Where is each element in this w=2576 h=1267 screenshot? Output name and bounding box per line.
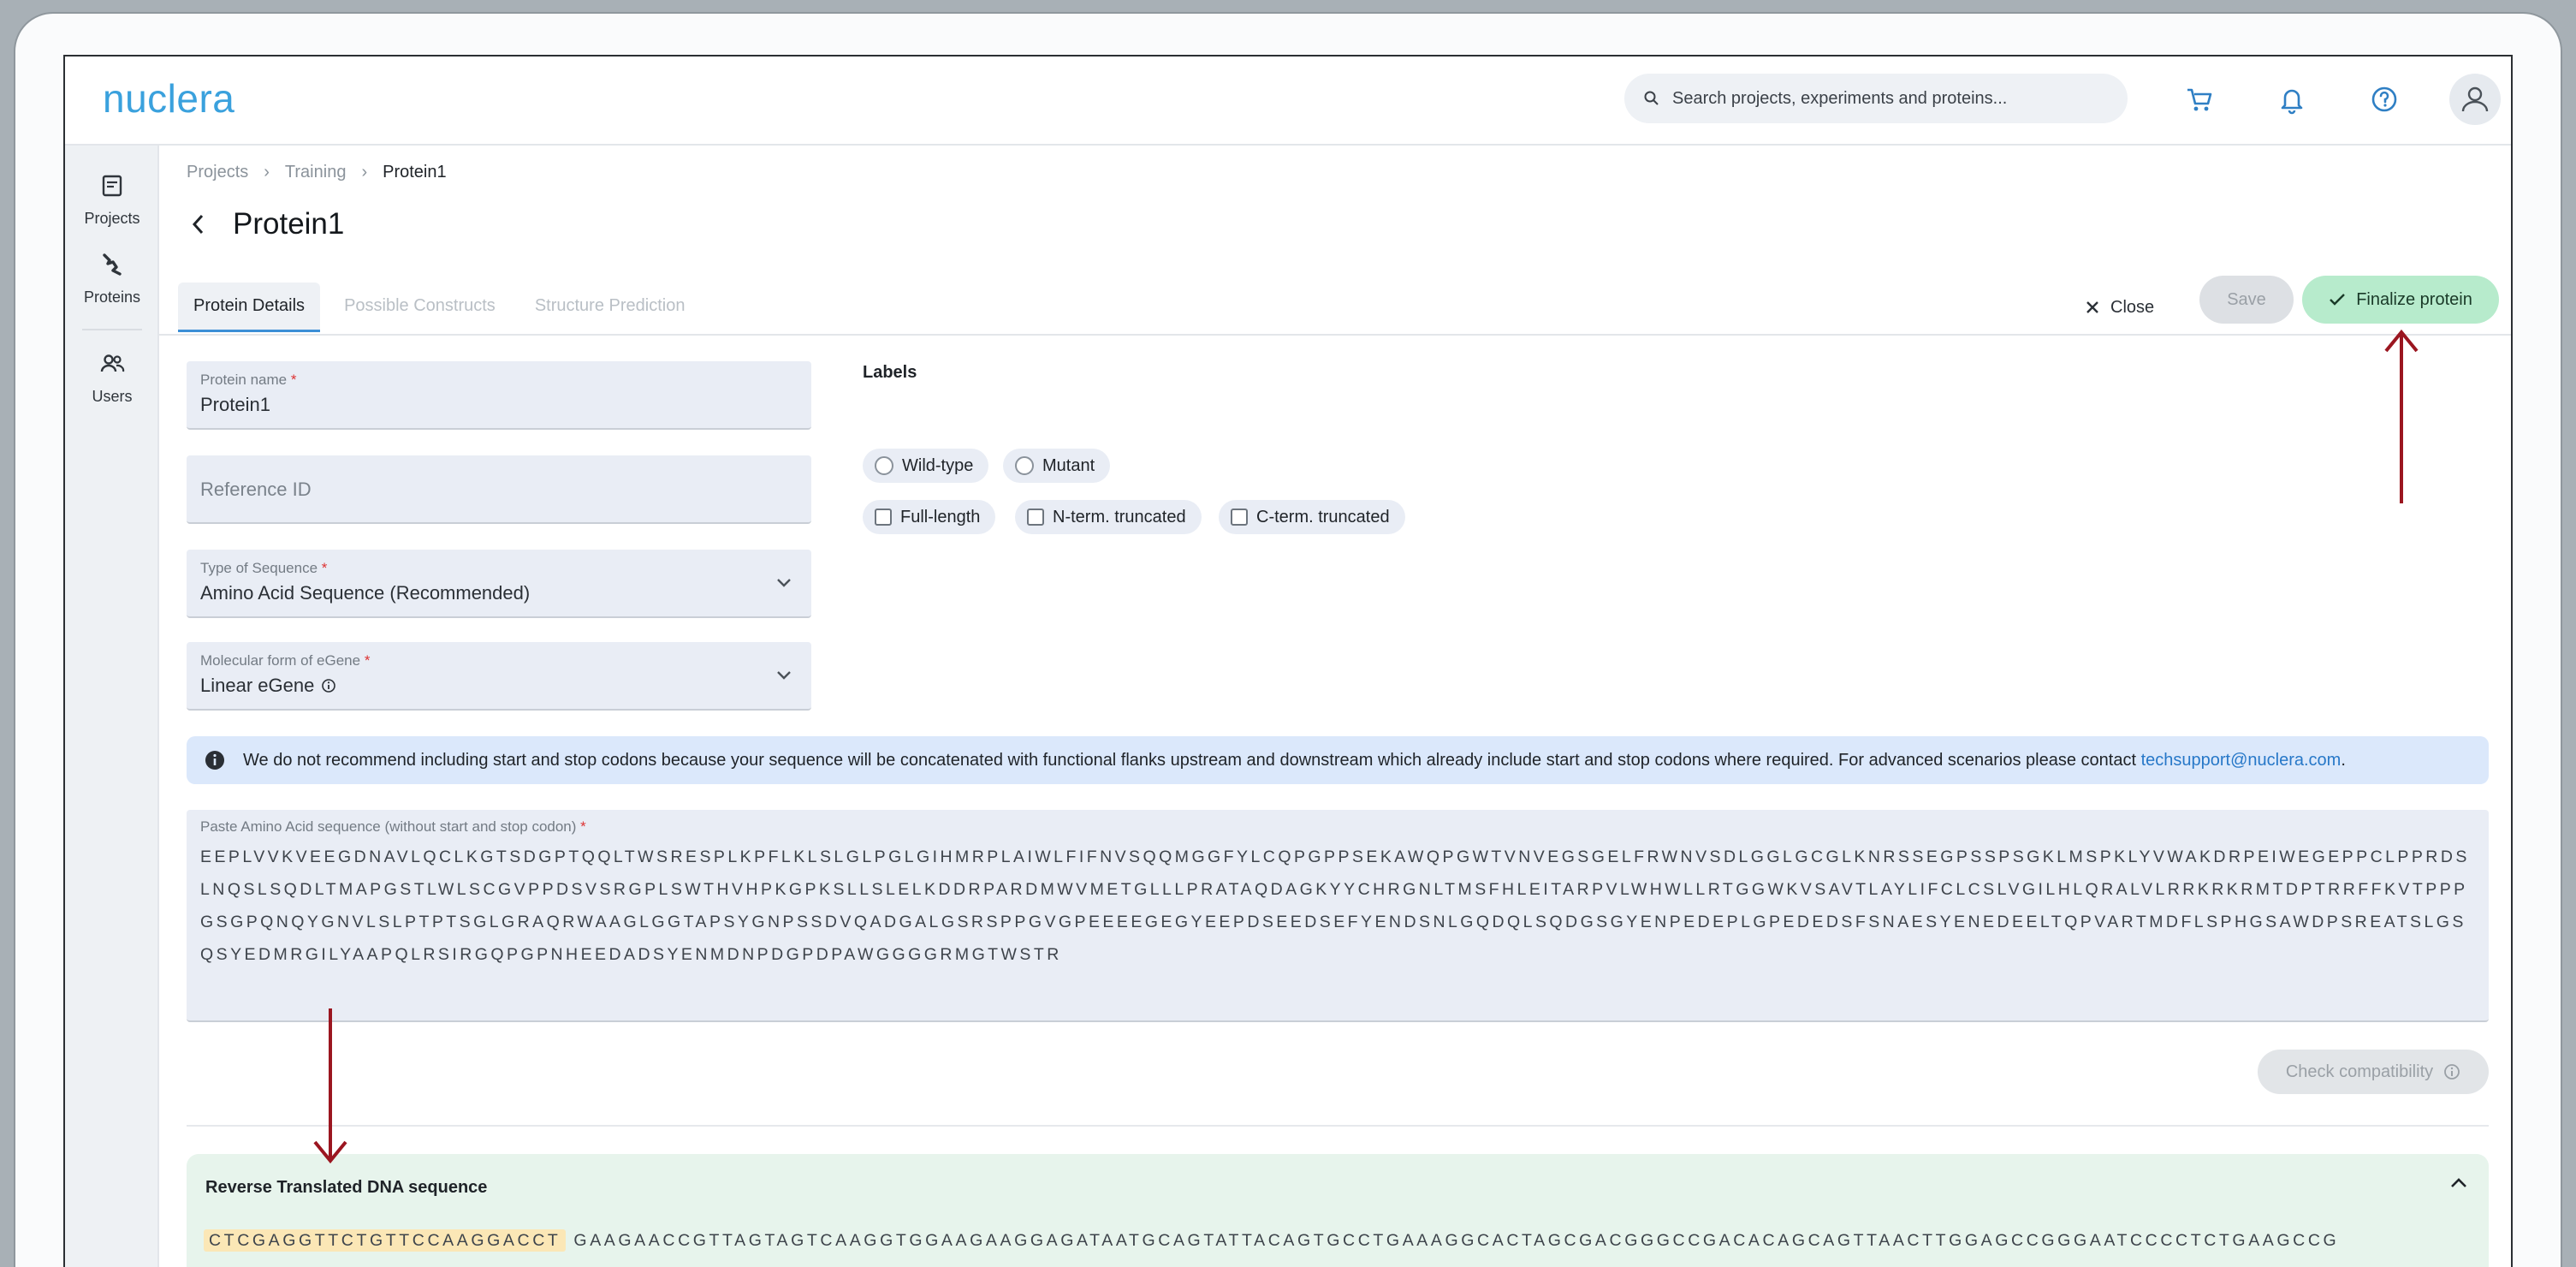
dna-rest: GAAGAACCGTTAGTAGTCAAGGTGGAAGAAGGAGATAATG… (573, 1231, 2340, 1250)
full-length-checkbox[interactable] (875, 509, 892, 526)
info-icon (2444, 1064, 2460, 1080)
bell-icon[interactable] (2276, 84, 2307, 115)
info-banner: We do not recommend including start and … (187, 736, 2489, 784)
breadcrumb-separator: › (264, 163, 270, 181)
protein-name-field[interactable]: Protein name * Protein1 (187, 361, 811, 430)
breadcrumb-separator: › (361, 163, 368, 181)
back-arrow-icon[interactable] (190, 212, 207, 236)
info-icon[interactable] (321, 678, 336, 693)
dna-highlight: CTCGAGGTTCTGTTCCAAGGACCT (204, 1229, 567, 1252)
user-icon (2461, 86, 2489, 112)
finalize-protein-button[interactable]: Finalize protein (2302, 276, 2499, 324)
protein-name-label: Protein name * (200, 372, 297, 388)
help-icon[interactable] (2369, 84, 2400, 115)
support-email-link[interactable]: techsupport@nuclera.com (2141, 751, 2342, 770)
wild-type-radio[interactable] (875, 456, 893, 475)
reference-id-field[interactable]: Reference ID (187, 455, 811, 524)
n-term-text: N-term. truncated (1053, 507, 1186, 526)
close-label: Close (2110, 297, 2155, 317)
breadcrumb: Projects › Training › Protein1 (187, 163, 447, 182)
tab-bar: Protein Details Possible Constructs Stru… (178, 283, 709, 332)
check-icon (2330, 294, 2346, 306)
sequence-type-label: Type of Sequence * (200, 560, 328, 576)
app-screen: nuclera Search projects, experiments and… (63, 55, 2513, 1267)
sidebar-item-users[interactable]: Users (65, 351, 159, 406)
wild-type-text: Wild-type (902, 455, 974, 475)
sidebar-divider (82, 329, 142, 330)
dna-sequence: CTCGAGGTTCTGTTCCAAGGACCT GAAGAACCGTTAGTA… (204, 1224, 2480, 1257)
tab-structure-prediction[interactable]: Structure Prediction (519, 283, 701, 332)
check-compatibility-button[interactable]: Check compatibility (2258, 1050, 2489, 1094)
sidebar-item-proteins[interactable]: Proteins (65, 252, 159, 306)
molecular-form-label: Molecular form of eGene * (200, 652, 371, 669)
chevron-down-icon (777, 671, 791, 680)
reverse-translated-title: Reverse Translated DNA sequence (205, 1178, 488, 1197)
molecular-form-value: Linear eGene (200, 675, 315, 696)
tab-possible-constructs[interactable]: Possible Constructs (329, 283, 511, 332)
close-icon (2086, 301, 2098, 313)
breadcrumb-projects[interactable]: Projects (187, 163, 248, 182)
c-term-checkbox[interactable] (1231, 509, 1248, 526)
projects-icon (102, 175, 122, 197)
full-length-text: Full-length (900, 507, 981, 526)
molecular-form-value-row: Linear eGene (200, 675, 336, 697)
top-header: nuclera (65, 57, 2511, 146)
left-sidebar: Projects Proteins Users (65, 146, 159, 1267)
label-wild-type[interactable]: Wild-type (863, 449, 989, 483)
info-text: We do not recommend including start and … (243, 750, 2346, 770)
molecular-form-select[interactable]: Molecular form of eGene * Linear eGene (187, 642, 811, 711)
annotation-arrow-up (2384, 329, 2419, 503)
mutant-text: Mutant (1042, 455, 1095, 475)
mutant-radio[interactable] (1015, 456, 1034, 475)
proteins-icon (103, 253, 122, 276)
user-avatar[interactable] (2449, 74, 2501, 125)
finalize-label: Finalize protein (2356, 289, 2472, 309)
search-icon (1644, 91, 1659, 105)
cart-icon[interactable] (2184, 84, 2215, 115)
label-n-term-truncated[interactable]: N-term. truncated (1015, 500, 1202, 534)
chevron-up-icon[interactable] (2449, 1176, 2468, 1190)
check-compatibility-label: Check compatibility (2285, 1062, 2434, 1081)
section-divider (187, 1125, 2489, 1127)
title-row: Protein1 (190, 207, 344, 241)
c-term-text: C-term. truncated (1256, 507, 1390, 526)
chevron-down-icon (777, 579, 791, 587)
sequence-value: EEPLVVKVEEGDNAVLQCLKGTSDGPTQQLTWSRESPLKP… (200, 848, 2470, 964)
sidebar-label-projects: Projects (84, 210, 140, 227)
users-icon (100, 354, 125, 372)
breadcrumb-current: Protein1 (383, 163, 447, 181)
breadcrumb-training[interactable]: Training (285, 163, 347, 182)
label-full-length[interactable]: Full-length (863, 500, 996, 534)
sidebar-item-projects[interactable]: Projects (65, 173, 159, 228)
search-input[interactable] (1672, 88, 2117, 109)
amino-acid-sequence-textarea[interactable]: Paste Amino Acid sequence (without start… (187, 810, 2489, 1022)
reverse-translated-panel: Reverse Translated DNA sequence CTCGAGGT… (187, 1154, 2489, 1267)
sequence-type-value: Amino Acid Sequence (Recommended) (200, 582, 531, 604)
info-icon (205, 751, 224, 770)
protein-name-value: Protein1 (200, 394, 270, 415)
save-button[interactable]: Save (2199, 276, 2294, 324)
n-term-checkbox[interactable] (1027, 509, 1044, 526)
close-button[interactable]: Close (2085, 284, 2154, 330)
annotation-arrow-down (313, 1008, 347, 1164)
label-c-term-truncated[interactable]: C-term. truncated (1219, 500, 1405, 534)
label-mutant[interactable]: Mutant (1003, 449, 1111, 483)
labels-heading: Labels (863, 363, 917, 382)
reference-id-placeholder: Reference ID (200, 479, 312, 500)
app-logo[interactable]: nuclera (103, 75, 234, 122)
tab-protein-details[interactable]: Protein Details (178, 283, 321, 332)
tab-divider (159, 334, 2511, 336)
sidebar-label-users: Users (92, 388, 133, 405)
device-frame: nuclera Search projects, experiments and… (0, 0, 2576, 1267)
sidebar-label-proteins: Proteins (83, 288, 141, 306)
sequence-type-select[interactable]: Type of Sequence * Amino Acid Sequence (… (187, 550, 811, 618)
page-title: Protein1 (233, 207, 345, 241)
global-search[interactable] (1624, 74, 2128, 123)
sequence-label: Paste Amino Acid sequence (without start… (200, 818, 586, 835)
